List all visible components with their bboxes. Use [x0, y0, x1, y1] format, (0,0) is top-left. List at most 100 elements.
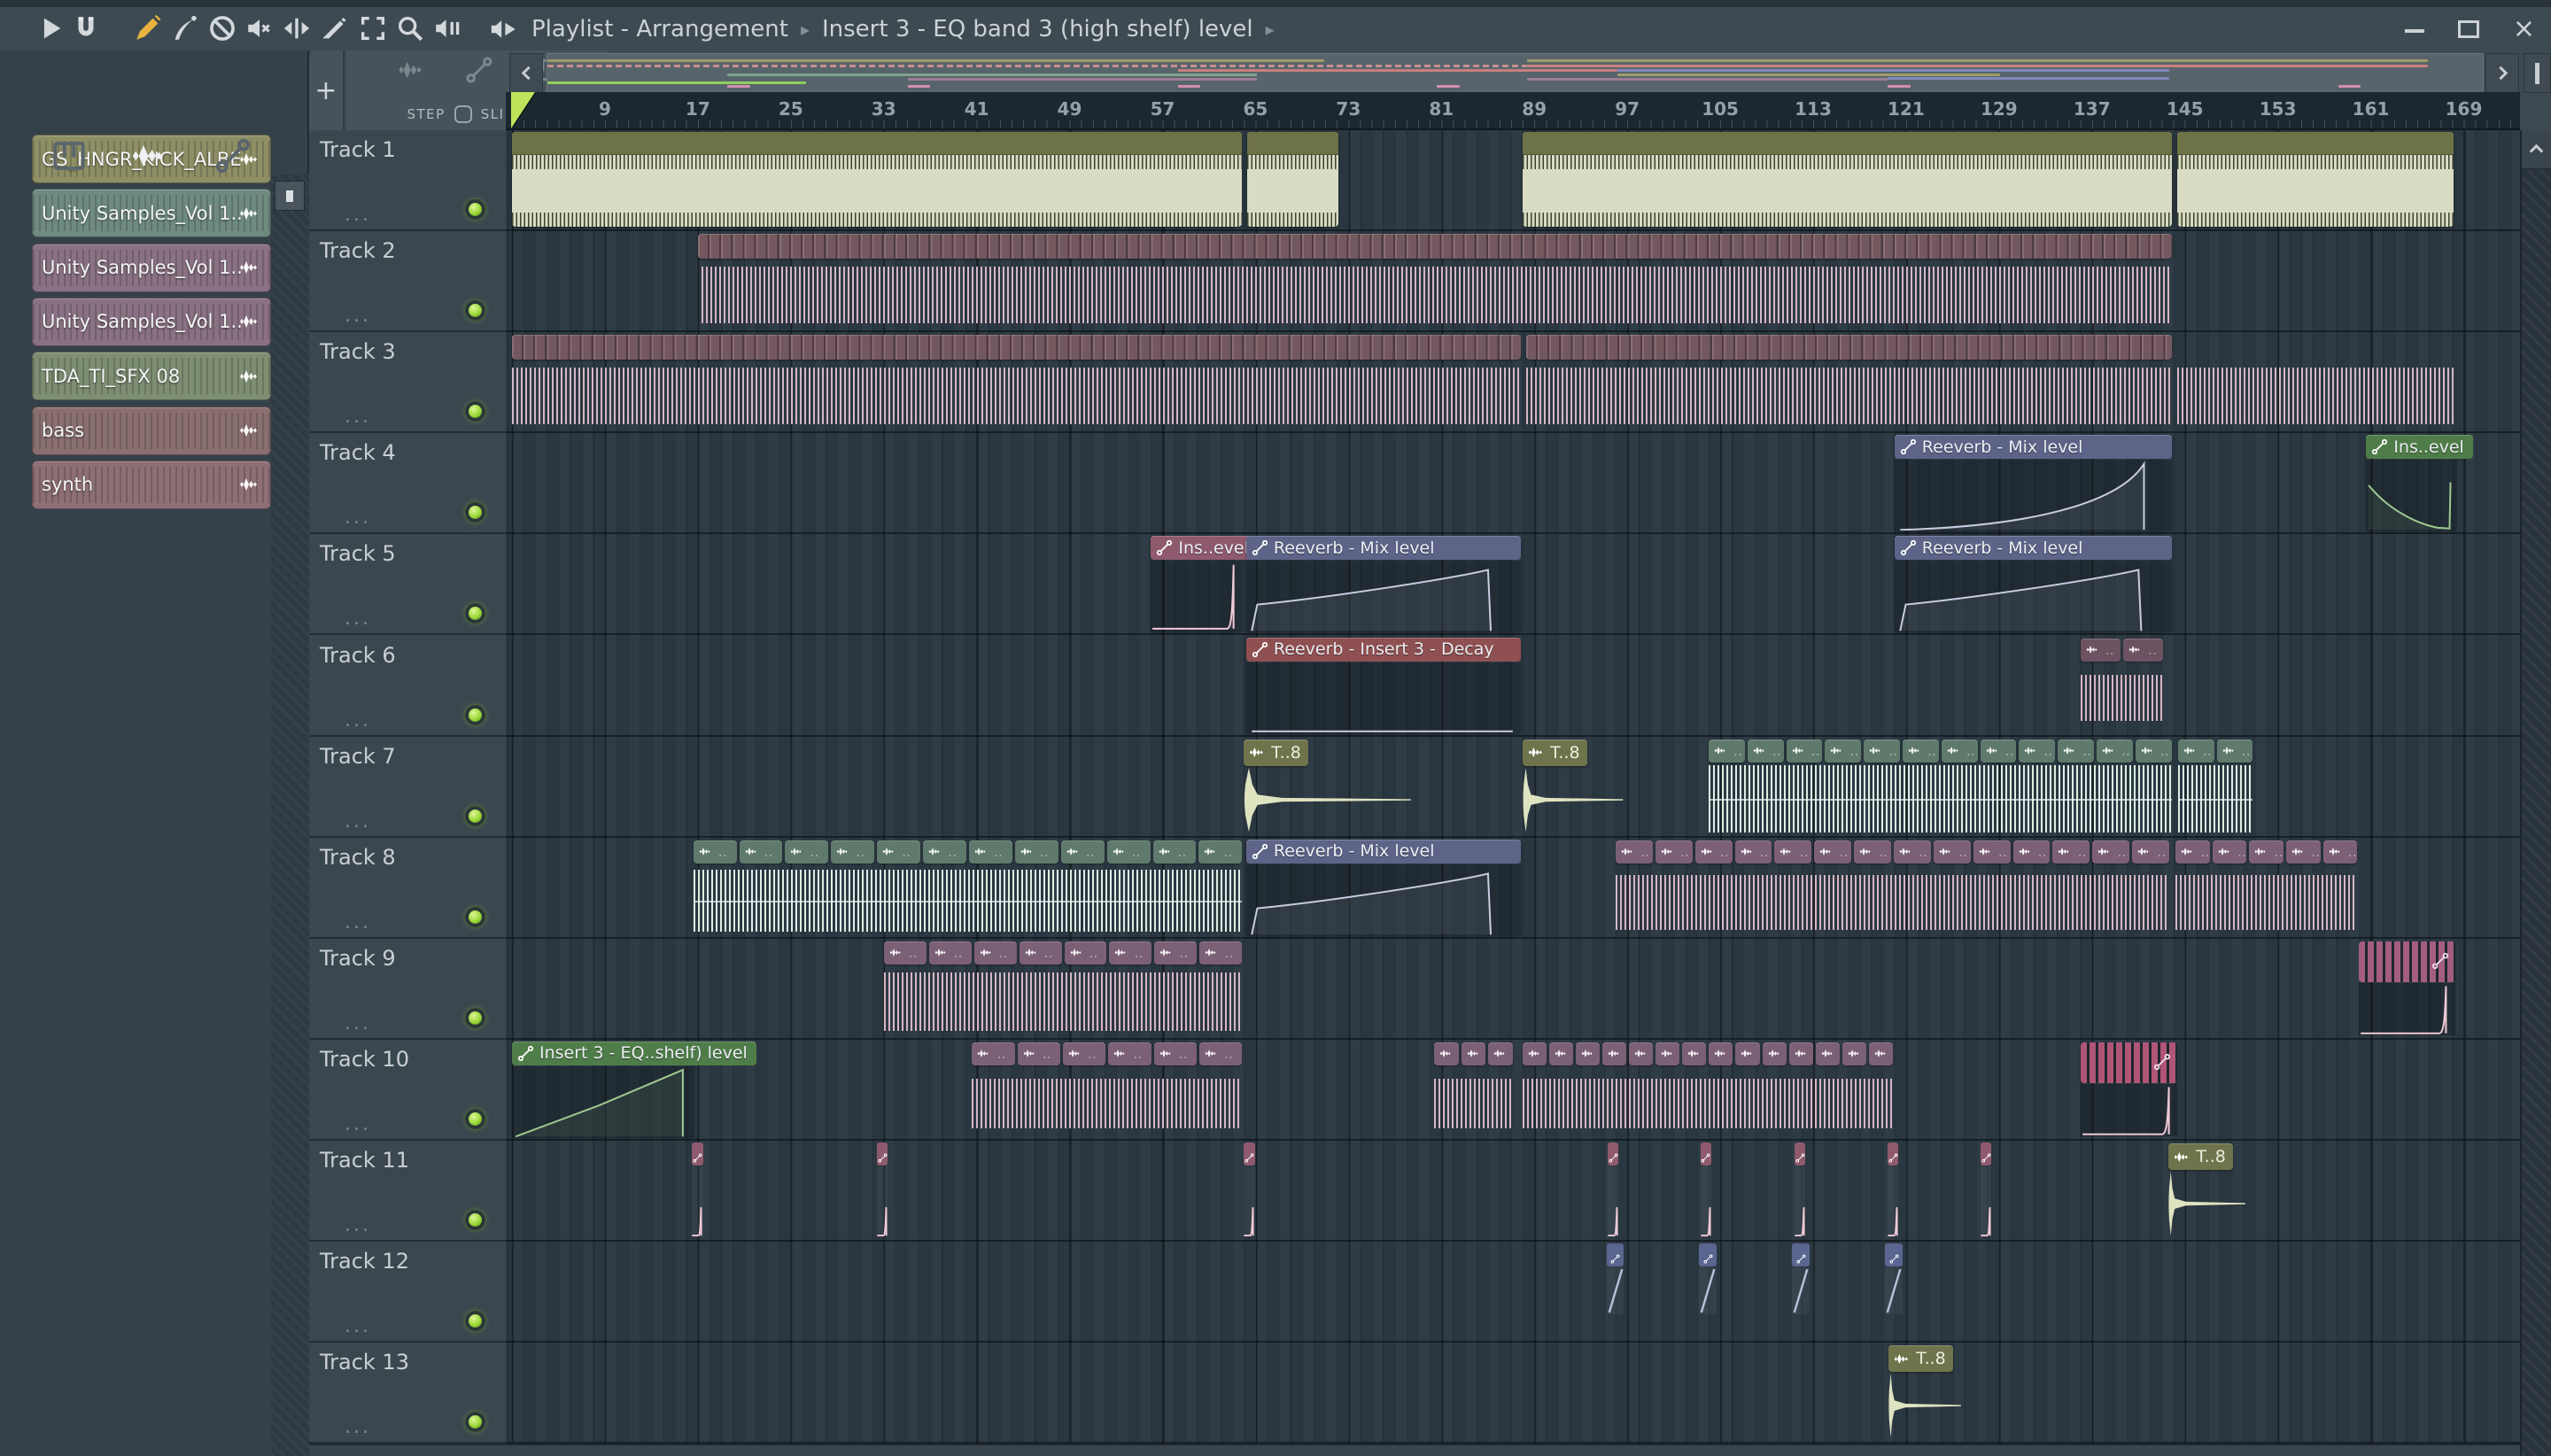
- waveform-block[interactable]: [512, 368, 1522, 425]
- track-options-dots[interactable]: ...: [345, 1416, 371, 1438]
- vertical-scrollbar[interactable]: [2520, 130, 2551, 1456]
- picker-item[interactable]: Unity Samples_Vol 1..: [32, 189, 271, 238]
- waveform-block[interactable]: [2175, 874, 2358, 930]
- audio-chip-clip[interactable]: ‥: [1825, 739, 1862, 763]
- tiny-automation-clip[interactable]: [1980, 1142, 1992, 1238]
- track-options-dots[interactable]: ...: [345, 911, 371, 933]
- track-header[interactable]: Track 4...: [309, 433, 506, 535]
- pattern-clip-strip[interactable]: [512, 335, 1522, 360]
- track-mute-led[interactable]: [466, 1109, 485, 1128]
- magnet-icon[interactable]: [71, 13, 101, 43]
- audio-chip-clip[interactable]: ‥: [1549, 1042, 1574, 1065]
- audio-chip-clip[interactable]: ‥: [2286, 840, 2321, 864]
- track-options-dots[interactable]: ...: [345, 608, 371, 630]
- audio-chip-clip[interactable]: ‥: [1980, 739, 2017, 763]
- waveform-block[interactable]: [701, 267, 2169, 324]
- automation-clip[interactable]: Ins..evel: [2366, 435, 2473, 531]
- tiny-automation-clip[interactable]: [876, 1142, 888, 1238]
- automation-clip[interactable]: Insert 3 - EQ..shelf) level: [512, 1041, 756, 1137]
- waveform-block[interactable]: [1434, 1078, 1513, 1128]
- audio-chip-clip[interactable]: ‥: [1199, 941, 1243, 964]
- waveform-block[interactable]: [2080, 674, 2164, 721]
- pattern-clip-strip[interactable]: [1526, 335, 2172, 360]
- picker-item[interactable]: Unity Samples_Vol 1..: [32, 243, 271, 292]
- track-header[interactable]: Track 7...: [309, 737, 506, 838]
- audio-chip-clip[interactable]: ‥: [1488, 1042, 1513, 1065]
- tiny-automation-clip[interactable]: [1795, 1142, 1806, 1238]
- track-options-dots[interactable]: ...: [345, 305, 371, 327]
- audio-chip-clip[interactable]: ‥: [1774, 840, 1812, 864]
- pattern-clip-strip[interactable]: [697, 234, 2172, 259]
- scroll-left-button[interactable]: [509, 53, 543, 93]
- tiny-automation-clip[interactable]: [1700, 1142, 1712, 1238]
- waveform-block[interactable]: [1523, 1078, 1893, 1128]
- picker-tab-piano-icon[interactable]: [50, 137, 88, 174]
- audio-chip-clip[interactable]: ‥: [739, 840, 783, 864]
- audio-chip-clip[interactable]: ‥: [1064, 941, 1107, 964]
- track-header[interactable]: Track 6...: [309, 636, 506, 737]
- automation-clip[interactable]: Reeverb - Mix level: [1245, 839, 1522, 935]
- slice-icon[interactable]: [319, 13, 349, 43]
- pencil-icon[interactable]: [133, 13, 163, 43]
- titlebar[interactable]: Playlist - Arrangement ▸ Insert 3 - EQ ban…: [0, 7, 2551, 50]
- chopped-automation-clip[interactable]: [2359, 941, 2455, 1035]
- audio-chip-clip[interactable]: ‥: [1106, 840, 1151, 864]
- track-header[interactable]: Track 2...: [309, 231, 506, 333]
- navigator-resize-button[interactable]: [2524, 53, 2551, 93]
- close-button[interactable]: ×: [2513, 15, 2535, 43]
- waveform-block[interactable]: [2177, 764, 2253, 833]
- audio-clip[interactable]: [2176, 132, 2454, 228]
- track-options-dots[interactable]: ...: [345, 507, 371, 529]
- audio-chip-clip[interactable]: ‥: [2096, 739, 2133, 763]
- audio-chip-clip[interactable]: ‥: [1655, 1042, 1680, 1065]
- audio-clip[interactable]: [512, 132, 1243, 228]
- audio-chip-clip[interactable]: ‥: [1616, 840, 1653, 864]
- audio-chip-clip[interactable]: ‥: [2212, 840, 2247, 864]
- picker-scrollbar[interactable]: [275, 181, 305, 211]
- automation-clip[interactable]: Ins..evel: [1151, 536, 1258, 632]
- add-playlist-tab-button[interactable]: +: [309, 50, 345, 130]
- audio-chip-clip[interactable]: ‥: [2058, 739, 2094, 763]
- track-options-dots[interactable]: ...: [345, 1012, 371, 1034]
- waveform-block[interactable]: [693, 869, 1243, 932]
- audio-chip-clip[interactable]: ‥: [1629, 1042, 1654, 1065]
- track-mute-led[interactable]: [466, 604, 485, 623]
- audio-chip-clip[interactable]: ‥: [1576, 1042, 1601, 1065]
- audio-chip-clip[interactable]: ‥: [1902, 739, 1939, 763]
- breadcrumb-segment[interactable]: Playlist - Arrangement: [531, 16, 788, 43]
- waveform-block[interactable]: [1616, 874, 2169, 930]
- audio-chip-clip[interactable]: ‥: [785, 840, 829, 864]
- vertical-scrollbar-track[interactable]: [2522, 170, 2551, 1456]
- tiny-blue-automation-clip[interactable]: [1792, 1243, 1811, 1316]
- playlist-grid[interactable]: Reeverb - Mix level Ins..evel Ins..evel Ree…: [506, 130, 2520, 1444]
- audio-chip-clip[interactable]: ‥: [1868, 1042, 1893, 1065]
- tiny-blue-automation-clip[interactable]: [1606, 1243, 1624, 1316]
- audio-chip-clip[interactable]: ‥: [1694, 840, 1733, 864]
- waveform-block[interactable]: [883, 972, 1243, 1031]
- audio-clip[interactable]: [1247, 132, 1339, 228]
- playlist-navigator[interactable]: [547, 53, 2484, 93]
- play-icon[interactable]: [35, 13, 66, 43]
- audio-chip-clip[interactable]: ‥: [1864, 739, 1900, 763]
- track-mute-led[interactable]: [466, 1413, 485, 1432]
- audio-chip-clip[interactable]: ‥: [2216, 739, 2253, 763]
- audio-chip-clip[interactable]: ‥: [1523, 1042, 1547, 1065]
- audio-chip-clip[interactable]: ‥: [1708, 739, 1745, 763]
- waveform-block[interactable]: [1708, 764, 2172, 833]
- audio-chip-clip[interactable]: ‥: [1153, 1042, 1197, 1065]
- audio-chip-clip[interactable]: ‥: [1734, 840, 1772, 864]
- track-header[interactable]: Track 8...: [309, 838, 506, 939]
- audio-clip[interactable]: [1523, 132, 2172, 228]
- track-mute-led[interactable]: [466, 301, 485, 321]
- select-icon[interactable]: [358, 13, 388, 43]
- audio-chip-clip[interactable]: ‥: [1894, 840, 1931, 864]
- audio-chip-clip[interactable]: ‥: [1786, 739, 1823, 763]
- track-mute-led[interactable]: [466, 402, 485, 422]
- waveform-block[interactable]: [2176, 368, 2454, 425]
- audio-chip-clip[interactable]: ‥: [2123, 638, 2164, 662]
- track-mute-led[interactable]: [466, 200, 485, 220]
- track-mute-led[interactable]: [466, 1211, 485, 1230]
- audio-chip-clip[interactable]: ‥: [1933, 840, 1971, 864]
- automation-clip[interactable]: Reeverb - Mix level: [1245, 536, 1522, 632]
- audio-chip-clip[interactable]: ‥: [928, 941, 972, 964]
